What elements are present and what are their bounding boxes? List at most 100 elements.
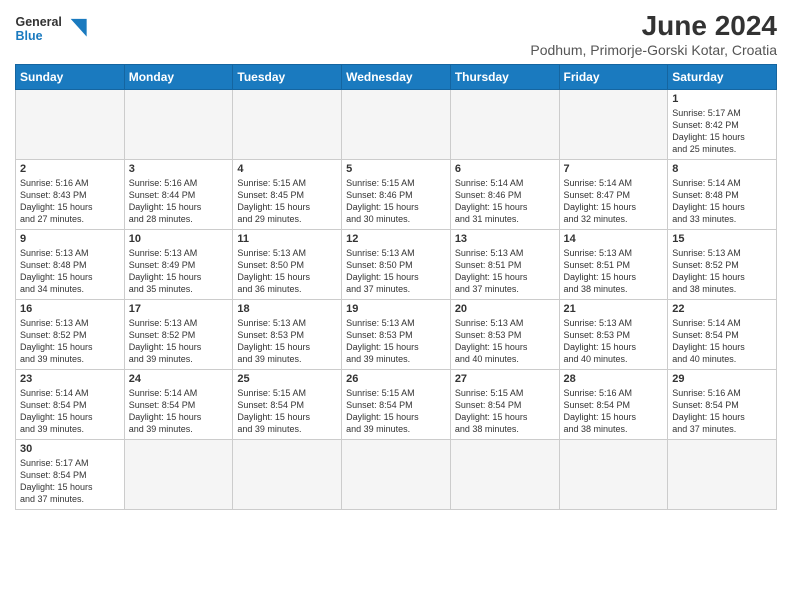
day-sun-info: Sunrise: 5:16 AM Sunset: 8:43 PM Dayligh… — [20, 177, 120, 226]
day-sun-info: Sunrise: 5:14 AM Sunset: 8:54 PM Dayligh… — [20, 387, 120, 436]
day-number: 16 — [20, 303, 120, 315]
calendar-day-cell — [233, 440, 342, 510]
day-number: 20 — [455, 303, 555, 315]
calendar-week-row: 2 Sunrise: 5:16 AM Sunset: 8:43 PM Daylig… — [16, 160, 777, 230]
calendar-day-cell: 6 Sunrise: 5:14 AM Sunset: 8:46 PM Daylig… — [450, 160, 559, 230]
day-sun-info: Sunrise: 5:14 AM Sunset: 8:46 PM Dayligh… — [455, 177, 555, 226]
day-number: 1 — [672, 93, 772, 105]
weekday-header-tuesday: Tuesday — [233, 65, 342, 90]
weekday-header-row: SundayMondayTuesdayWednesdayThursdayFrid… — [16, 65, 777, 90]
day-sun-info: Sunrise: 5:13 AM Sunset: 8:48 PM Dayligh… — [20, 247, 120, 296]
calendar-day-cell: 30Sunrise: 5:17 AM Sunset: 8:54 PM Dayli… — [16, 440, 125, 510]
day-number: 2 — [20, 163, 120, 175]
calendar-day-cell — [450, 440, 559, 510]
day-sun-info: Sunrise: 5:15 AM Sunset: 8:54 PM Dayligh… — [237, 387, 337, 436]
day-sun-info: Sunrise: 5:17 AM Sunset: 8:42 PM Dayligh… — [672, 107, 772, 156]
day-number: 28 — [564, 373, 664, 385]
calendar-day-cell — [342, 90, 451, 160]
calendar-table: SundayMondayTuesdayWednesdayThursdayFrid… — [15, 64, 777, 510]
calendar-day-cell: 29 Sunrise: 5:16 AM Sunset: 8:54 PM Dayli… — [668, 370, 777, 440]
calendar-day-cell: 27 Sunrise: 5:15 AM Sunset: 8:54 PM Dayli… — [450, 370, 559, 440]
calendar-day-cell: 11 Sunrise: 5:13 AM Sunset: 8:50 PM Dayli… — [233, 230, 342, 300]
calendar-day-cell: 14Sunrise: 5:13 AM Sunset: 8:51 PM Dayli… — [559, 230, 668, 300]
page-header: General Blue June 2024 Podhum, Primorje-… — [15, 10, 777, 58]
day-number: 6 — [455, 163, 555, 175]
calendar-week-row: 23 Sunrise: 5:14 AM Sunset: 8:54 PM Dayli… — [16, 370, 777, 440]
day-sun-info: Sunrise: 5:13 AM Sunset: 8:53 PM Dayligh… — [455, 317, 555, 366]
calendar-day-cell: 22Sunrise: 5:14 AM Sunset: 8:54 PM Dayli… — [668, 300, 777, 370]
day-sun-info: Sunrise: 5:13 AM Sunset: 8:50 PM Dayligh… — [237, 247, 337, 296]
svg-text:General: General — [16, 15, 62, 29]
day-sun-info: Sunrise: 5:16 AM Sunset: 8:54 PM Dayligh… — [672, 387, 772, 436]
day-number: 4 — [237, 163, 337, 175]
svg-text:Blue: Blue — [16, 29, 43, 43]
day-sun-info: Sunrise: 5:15 AM Sunset: 8:54 PM Dayligh… — [455, 387, 555, 436]
calendar-day-cell: 13Sunrise: 5:13 AM Sunset: 8:51 PM Dayli… — [450, 230, 559, 300]
day-sun-info: Sunrise: 5:14 AM Sunset: 8:54 PM Dayligh… — [129, 387, 229, 436]
title-block: June 2024 Podhum, Primorje-Gorski Kotar,… — [530, 10, 777, 58]
day-number: 11 — [237, 233, 337, 245]
calendar-day-cell: 10Sunrise: 5:13 AM Sunset: 8:49 PM Dayli… — [124, 230, 233, 300]
calendar-day-cell — [668, 440, 777, 510]
weekday-header-sunday: Sunday — [16, 65, 125, 90]
day-number: 30 — [20, 443, 120, 455]
day-number: 22 — [672, 303, 772, 315]
day-sun-info: Sunrise: 5:13 AM Sunset: 8:52 PM Dayligh… — [129, 317, 229, 366]
day-number: 8 — [672, 163, 772, 175]
calendar-day-cell: 2 Sunrise: 5:16 AM Sunset: 8:43 PM Daylig… — [16, 160, 125, 230]
day-sun-info: Sunrise: 5:15 AM Sunset: 8:45 PM Dayligh… — [237, 177, 337, 226]
calendar-day-cell — [342, 440, 451, 510]
day-number: 13 — [455, 233, 555, 245]
day-number: 17 — [129, 303, 229, 315]
day-number: 7 — [564, 163, 664, 175]
calendar-day-cell: 23 Sunrise: 5:14 AM Sunset: 8:54 PM Dayli… — [16, 370, 125, 440]
day-sun-info: Sunrise: 5:14 AM Sunset: 8:47 PM Dayligh… — [564, 177, 664, 226]
calendar-week-row: 1 Sunrise: 5:17 AM Sunset: 8:42 PM Daylig… — [16, 90, 777, 160]
day-number: 10 — [129, 233, 229, 245]
calendar-day-cell — [559, 90, 668, 160]
day-number: 5 — [346, 163, 446, 175]
calendar-day-cell — [450, 90, 559, 160]
location-subtitle: Podhum, Primorje-Gorski Kotar, Croatia — [530, 42, 777, 58]
calendar-day-cell: 12Sunrise: 5:13 AM Sunset: 8:50 PM Dayli… — [342, 230, 451, 300]
calendar-week-row: 9Sunrise: 5:13 AM Sunset: 8:48 PM Daylig… — [16, 230, 777, 300]
calendar-day-cell: 17 Sunrise: 5:13 AM Sunset: 8:52 PM Dayli… — [124, 300, 233, 370]
calendar-day-cell: 1 Sunrise: 5:17 AM Sunset: 8:42 PM Daylig… — [668, 90, 777, 160]
calendar-week-row: 30Sunrise: 5:17 AM Sunset: 8:54 PM Dayli… — [16, 440, 777, 510]
calendar-day-cell: 5Sunrise: 5:15 AM Sunset: 8:46 PM Daylig… — [342, 160, 451, 230]
calendar-day-cell — [559, 440, 668, 510]
weekday-header-monday: Monday — [124, 65, 233, 90]
day-number: 18 — [237, 303, 337, 315]
day-number: 15 — [672, 233, 772, 245]
calendar-day-cell: 15 Sunrise: 5:13 AM Sunset: 8:52 PM Dayli… — [668, 230, 777, 300]
calendar-day-cell: 28 Sunrise: 5:16 AM Sunset: 8:54 PM Dayli… — [559, 370, 668, 440]
day-number: 19 — [346, 303, 446, 315]
calendar-day-cell — [233, 90, 342, 160]
calendar-day-cell: 19 Sunrise: 5:13 AM Sunset: 8:53 PM Dayli… — [342, 300, 451, 370]
day-number: 26 — [346, 373, 446, 385]
calendar-day-cell: 9Sunrise: 5:13 AM Sunset: 8:48 PM Daylig… — [16, 230, 125, 300]
day-sun-info: Sunrise: 5:13 AM Sunset: 8:53 PM Dayligh… — [564, 317, 664, 366]
day-number: 23 — [20, 373, 120, 385]
day-sun-info: Sunrise: 5:13 AM Sunset: 8:52 PM Dayligh… — [20, 317, 120, 366]
calendar-day-cell: 16 Sunrise: 5:13 AM Sunset: 8:52 PM Dayli… — [16, 300, 125, 370]
weekday-header-friday: Friday — [559, 65, 668, 90]
day-number: 27 — [455, 373, 555, 385]
calendar-day-cell: 26Sunrise: 5:15 AM Sunset: 8:54 PM Dayli… — [342, 370, 451, 440]
calendar-week-row: 16 Sunrise: 5:13 AM Sunset: 8:52 PM Dayli… — [16, 300, 777, 370]
calendar-day-cell: 7 Sunrise: 5:14 AM Sunset: 8:47 PM Daylig… — [559, 160, 668, 230]
calendar-day-cell: 20 Sunrise: 5:13 AM Sunset: 8:53 PM Dayli… — [450, 300, 559, 370]
calendar-day-cell — [16, 90, 125, 160]
calendar-day-cell — [124, 90, 233, 160]
calendar-day-cell: 21 Sunrise: 5:13 AM Sunset: 8:53 PM Dayli… — [559, 300, 668, 370]
day-number: 21 — [564, 303, 664, 315]
day-sun-info: Sunrise: 5:13 AM Sunset: 8:53 PM Dayligh… — [346, 317, 446, 366]
weekday-header-wednesday: Wednesday — [342, 65, 451, 90]
weekday-header-thursday: Thursday — [450, 65, 559, 90]
day-sun-info: Sunrise: 5:16 AM Sunset: 8:54 PM Dayligh… — [564, 387, 664, 436]
day-sun-info: Sunrise: 5:13 AM Sunset: 8:50 PM Dayligh… — [346, 247, 446, 296]
day-number: 3 — [129, 163, 229, 175]
day-number: 29 — [672, 373, 772, 385]
calendar-day-cell: 25Sunrise: 5:15 AM Sunset: 8:54 PM Dayli… — [233, 370, 342, 440]
day-sun-info: Sunrise: 5:13 AM Sunset: 8:52 PM Dayligh… — [672, 247, 772, 296]
